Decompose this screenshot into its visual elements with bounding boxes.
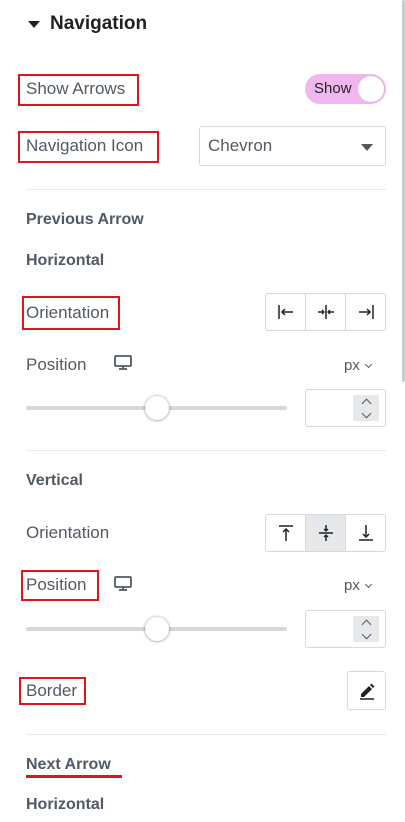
- align-bottom-button[interactable]: [346, 515, 385, 551]
- vertical-orientation-group: [265, 514, 386, 552]
- align-top-icon: [278, 525, 293, 541]
- number-spinner[interactable]: [353, 395, 379, 421]
- align-right-icon: [358, 305, 374, 319]
- align-left-icon: [277, 305, 293, 319]
- slider-handle[interactable]: [144, 396, 169, 420]
- horizontal-position-label: Position: [26, 355, 87, 374]
- horizontal-orientation-group: [265, 293, 386, 331]
- pencil-icon: [359, 683, 374, 700]
- chevron-down-icon: [361, 408, 371, 418]
- caret-down-icon: [28, 20, 40, 28]
- align-middle-button[interactable]: [306, 515, 346, 551]
- align-left-button[interactable]: [266, 294, 306, 330]
- chevron-down-icon: [364, 360, 372, 368]
- navigation-icon-label: Navigation Icon: [26, 136, 144, 155]
- horizontal-heading: Horizontal: [26, 252, 105, 269]
- unit-label: px: [344, 577, 360, 594]
- toggle-text: Show: [314, 80, 352, 97]
- chevron-down-icon: [364, 580, 372, 588]
- horizontal-orientation-label: Orientation: [26, 303, 110, 322]
- vertical-orientation-label: Orientation: [26, 523, 110, 542]
- desktop-icon[interactable]: [114, 576, 132, 592]
- highlight-underline: [26, 775, 122, 778]
- show-arrows-label: Show Arrows: [26, 79, 126, 98]
- align-right-button[interactable]: [346, 294, 385, 330]
- border-label: Border: [26, 681, 78, 700]
- toggle-knob: [358, 76, 384, 102]
- align-middle-icon: [318, 525, 333, 541]
- chevron-up-icon: [361, 619, 371, 629]
- select-value: Chevron: [208, 136, 273, 155]
- desktop-icon[interactable]: [114, 355, 132, 371]
- number-spinner[interactable]: [353, 616, 379, 642]
- horizontal-position-input[interactable]: [305, 389, 386, 427]
- divider: [26, 189, 386, 190]
- next-arrow-heading: Next Arrow: [26, 756, 111, 773]
- border-edit-button[interactable]: [347, 671, 386, 710]
- unit-selector[interactable]: px: [344, 357, 372, 374]
- vertical-position-label: Position: [26, 575, 87, 594]
- vertical-heading: Vertical: [26, 472, 83, 489]
- slider-handle[interactable]: [144, 617, 169, 641]
- navigation-icon-select[interactable]: Chevron: [199, 126, 386, 166]
- previous-arrow-heading: Previous Arrow: [26, 211, 144, 228]
- caret-down-icon: [361, 144, 373, 151]
- section-title: Navigation: [50, 13, 148, 34]
- unit-label: px: [344, 357, 360, 374]
- align-bottom-icon: [358, 525, 373, 541]
- navigation-section-header[interactable]: Navigation: [28, 12, 147, 36]
- align-center-button[interactable]: [306, 294, 346, 330]
- next-horizontal-heading: Horizontal: [26, 796, 105, 813]
- vertical-position-input[interactable]: [305, 610, 386, 648]
- unit-selector[interactable]: px: [344, 577, 372, 594]
- show-arrows-toggle[interactable]: Show: [305, 74, 386, 104]
- divider: [26, 450, 386, 451]
- chevron-down-icon: [361, 629, 371, 639]
- chevron-up-icon: [361, 398, 371, 408]
- align-top-button[interactable]: [266, 515, 306, 551]
- divider: [26, 734, 386, 735]
- align-center-icon: [317, 305, 334, 319]
